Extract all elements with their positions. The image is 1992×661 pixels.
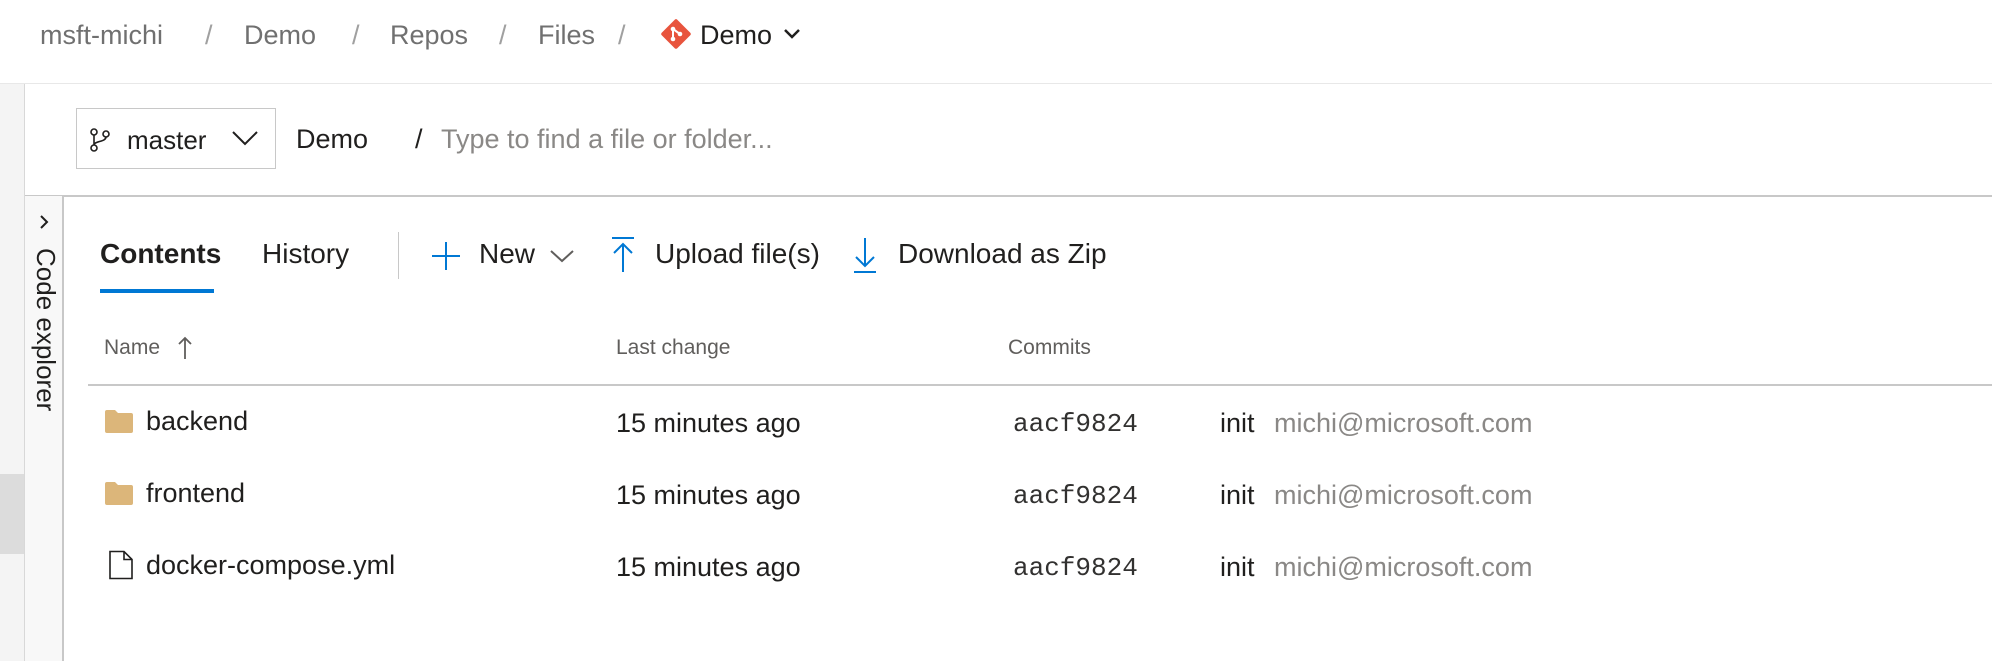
last-change: 15 minutes ago <box>616 552 801 582</box>
sort-arrow-up-icon[interactable] <box>178 335 192 361</box>
chevron-down-icon <box>232 131 258 146</box>
left-nav-strip <box>0 84 25 661</box>
top-breadcrumb-bar: msft-michi / Demo / Repos / Files / Demo <box>0 0 1992 84</box>
upload-files-button[interactable]: Upload file(s) <box>655 238 820 270</box>
column-header-commits[interactable]: Commits <box>1008 336 1091 360</box>
breadcrumb-project[interactable]: Demo <box>244 20 316 51</box>
path-bar: master Demo / <box>25 84 1992 197</box>
commit-id[interactable]: aacf9824 <box>1013 409 1138 439</box>
upload-icon[interactable] <box>610 236 636 274</box>
chevron-right-icon[interactable] <box>38 214 50 230</box>
breadcrumb-page[interactable]: Files <box>538 20 595 51</box>
commit-id[interactable]: aacf9824 <box>1013 553 1138 583</box>
code-explorer-label: Code explorer <box>31 248 61 412</box>
plus-icon[interactable] <box>430 240 462 272</box>
file-name[interactable]: backend <box>146 406 248 437</box>
folder-icon <box>105 482 133 505</box>
folder-icon <box>105 410 133 433</box>
breadcrumb-separator: / <box>499 20 507 50</box>
commit-author: michi@microsoft.com <box>1274 408 1533 438</box>
toolbar-divider <box>398 232 399 279</box>
table-row[interactable]: docker-compose.yml 15 minutes ago aacf98… <box>88 532 1992 604</box>
git-repo-icon <box>661 19 691 49</box>
branch-selector[interactable]: master <box>76 108 276 169</box>
commit-author: michi@microsoft.com <box>1274 480 1533 510</box>
chevron-down-icon[interactable] <box>548 248 576 264</box>
file-name[interactable]: frontend <box>146 478 245 509</box>
column-header-last-change[interactable]: Last change <box>616 336 730 360</box>
download-icon[interactable] <box>852 236 878 274</box>
breadcrumb-repo[interactable]: Demo <box>700 20 772 51</box>
file-search-input[interactable] <box>441 114 1141 164</box>
branch-icon <box>90 128 110 152</box>
breadcrumb-separator: / <box>352 20 360 50</box>
breadcrumb-section[interactable]: Repos <box>390 20 468 51</box>
download-zip-button[interactable]: Download as Zip <box>898 238 1107 270</box>
file-icon <box>109 550 133 580</box>
new-button[interactable]: New <box>479 238 535 270</box>
breadcrumb-separator: / <box>205 20 213 50</box>
nav-highlight <box>0 474 24 554</box>
commit-message: init <box>1220 408 1255 438</box>
commit-message: init <box>1220 552 1255 582</box>
commit-id[interactable]: aacf9824 <box>1013 481 1138 511</box>
code-explorer-panel[interactable]: Code explorer <box>25 196 64 661</box>
tab-history[interactable]: History <box>262 238 349 270</box>
breadcrumb-separator: / <box>618 20 626 50</box>
last-change: 15 minutes ago <box>616 480 801 510</box>
commit-author: michi@microsoft.com <box>1274 552 1533 582</box>
file-name[interactable]: docker-compose.yml <box>146 550 395 581</box>
path-separator: / <box>415 124 423 154</box>
commit-message: init <box>1220 480 1255 510</box>
chevron-down-icon[interactable] <box>783 27 801 41</box>
path-root[interactable]: Demo <box>296 124 368 155</box>
table-row[interactable]: backend 15 minutes ago aacf9824 init mic… <box>88 388 1992 460</box>
table-row[interactable]: frontend 15 minutes ago aacf9824 init mi… <box>88 460 1992 532</box>
tab-selected-indicator <box>100 289 214 293</box>
branch-label: master <box>127 125 207 155</box>
last-change: 15 minutes ago <box>616 408 801 438</box>
breadcrumb-org[interactable]: msft-michi <box>40 20 163 51</box>
column-header-name[interactable]: Name <box>104 336 160 360</box>
table-header-divider <box>88 384 1992 386</box>
tab-contents[interactable]: Contents <box>100 238 221 270</box>
